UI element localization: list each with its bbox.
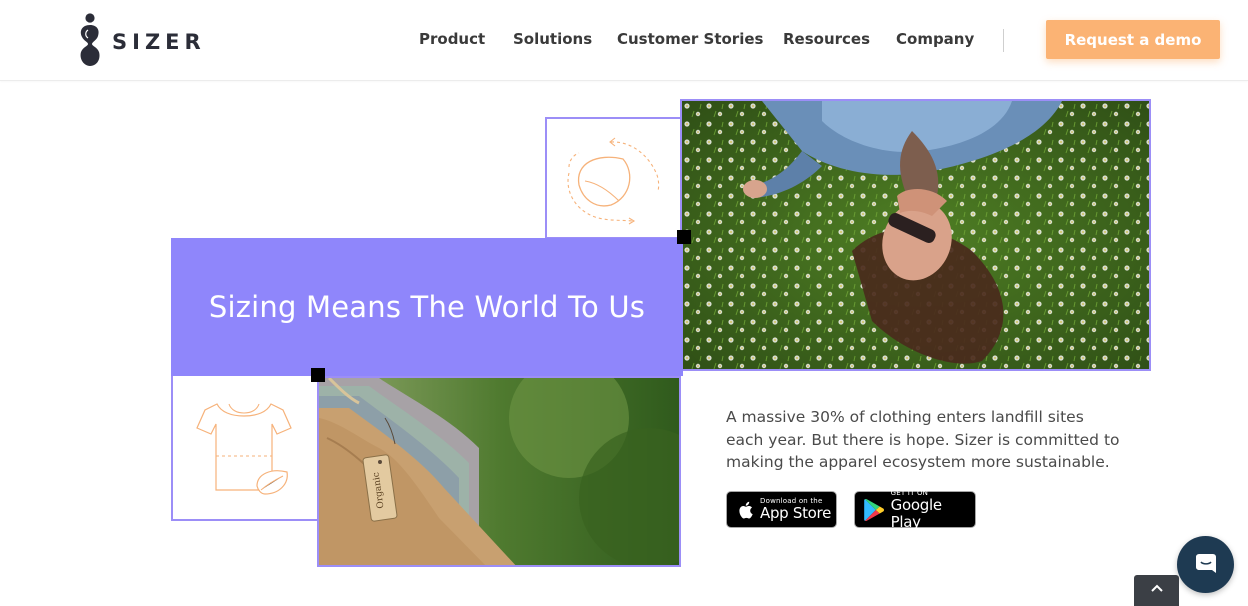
nav-customer-stories[interactable]: Customer Stories <box>617 30 763 48</box>
nav-resources[interactable]: Resources <box>783 30 870 48</box>
google-play-big-text: Google Play <box>890 495 942 531</box>
tshirt-icon-box <box>171 376 320 521</box>
app-store-button[interactable]: Download on the App Store <box>726 491 837 528</box>
woman-in-flowers-illustration <box>682 101 1149 369</box>
google-play-icon <box>864 498 884 521</box>
request-demo-button[interactable]: Request a demo <box>1046 20 1220 59</box>
nav-divider <box>1003 29 1004 52</box>
headline-banner: Sizing Means The World To Us <box>171 238 683 376</box>
back-to-top-button[interactable] <box>1134 575 1179 606</box>
nav-solutions[interactable]: Solutions <box>513 30 592 48</box>
organic-shirts-illustration: Organic <box>319 378 679 565</box>
hero-description: A massive 30% of clothing enters landfil… <box>726 408 1120 471</box>
corner-marker <box>311 368 325 382</box>
woman-in-flowers-photo <box>680 99 1151 371</box>
nav-company[interactable]: Company <box>896 30 974 48</box>
tshirt-leaf-icon <box>196 403 292 495</box>
apple-icon <box>739 501 753 519</box>
leaf-icon-box <box>545 117 682 239</box>
leaf-cycle-icon <box>567 137 660 225</box>
brand-name: SIZER <box>112 30 206 54</box>
google-play-button[interactable]: GET IT ON Google Play <box>854 489 976 531</box>
chat-icon <box>1195 553 1216 573</box>
corner-marker <box>677 230 691 244</box>
organic-shirts-photo: Organic <box>317 376 681 567</box>
app-store-big-text: App Store <box>760 504 832 522</box>
hero-headline: Sizing Means The World To Us <box>208 290 646 324</box>
brand-logo[interactable]: SIZER <box>78 12 206 68</box>
site-header: SIZER Product Solutions Customer Stories… <box>0 0 1248 81</box>
nav-product[interactable]: Product <box>419 30 485 48</box>
chat-launcher-button[interactable] <box>1177 536 1234 593</box>
chevron-up-icon <box>1150 584 1163 592</box>
brand-logo-icon <box>80 13 100 66</box>
